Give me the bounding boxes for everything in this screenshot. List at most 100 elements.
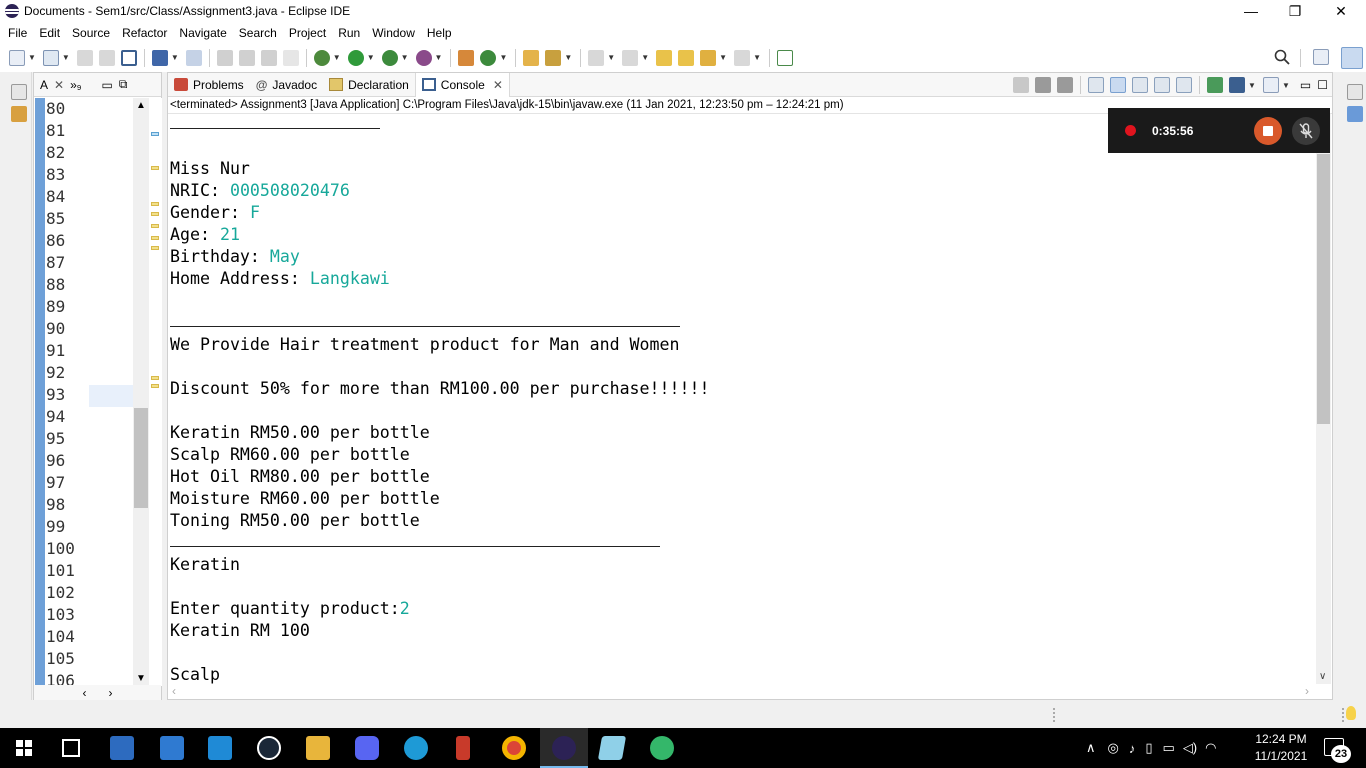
- media-player-icon[interactable]: [110, 736, 134, 760]
- chevron-down-icon[interactable]: ▼: [333, 53, 341, 62]
- menu-navigate[interactable]: Navigate: [173, 26, 232, 40]
- chevron-down-icon[interactable]: ▼: [607, 53, 615, 62]
- maximize-view-icon[interactable]: ☐: [1317, 78, 1328, 92]
- scroll-right-arrow-icon[interactable]: ›: [1305, 684, 1309, 698]
- chevron-down-icon[interactable]: ▼: [367, 53, 375, 62]
- restore-icon[interactable]: [11, 84, 27, 100]
- editor-tab[interactable]: A: [40, 78, 48, 92]
- close-icon[interactable]: ✕: [493, 78, 503, 92]
- menu-window[interactable]: Window: [366, 26, 421, 40]
- recorder-app-icon[interactable]: [650, 736, 674, 760]
- external-tools-icon[interactable]: [415, 49, 432, 66]
- pin-editor-icon[interactable]: [776, 49, 793, 66]
- annotation-icon[interactable]: [238, 49, 255, 66]
- system-clock[interactable]: 12:24 PM 11/1/2021: [1249, 731, 1313, 765]
- remove-all-terminated-icon[interactable]: [1057, 77, 1074, 93]
- occurrence-marker[interactable]: [151, 132, 159, 136]
- chevron-down-icon[interactable]: ▼: [641, 53, 649, 62]
- new-icon[interactable]: [9, 49, 25, 66]
- minimize-button[interactable]: —: [1228, 0, 1274, 22]
- menu-help[interactable]: Help: [421, 26, 458, 40]
- edge-icon[interactable]: [404, 736, 428, 760]
- warning-marker[interactable]: [151, 376, 159, 380]
- chevron-up-icon[interactable]: ∧: [1086, 740, 1096, 756]
- discord-icon[interactable]: [355, 736, 379, 760]
- new-window-icon[interactable]: [42, 49, 59, 66]
- chevron-down-icon[interactable]: ▼: [1282, 81, 1290, 90]
- forward-icon[interactable]: [734, 49, 751, 66]
- last-edit-icon[interactable]: [656, 49, 673, 66]
- java-perspective-icon[interactable]: [1341, 47, 1363, 69]
- menu-source[interactable]: Source: [66, 26, 116, 40]
- save-icon[interactable]: [76, 49, 93, 66]
- menu-project[interactable]: Project: [283, 26, 332, 40]
- pin-console-icon[interactable]: [1207, 77, 1224, 93]
- mic-muted-icon[interactable]: [1292, 117, 1320, 145]
- notepad-icon[interactable]: [597, 736, 627, 760]
- warning-marker[interactable]: [151, 236, 159, 240]
- warning-marker[interactable]: [151, 202, 159, 206]
- outline-view-icon[interactable]: [1347, 106, 1363, 122]
- volume-icon[interactable]: ◁): [1183, 740, 1197, 756]
- show-on-stderr-icon[interactable]: [1176, 77, 1193, 93]
- tab-javadoc[interactable]: @ Javadoc: [250, 73, 323, 97]
- next-annotation-icon[interactable]: [588, 49, 605, 66]
- battery-icon[interactable]: ▭: [1163, 740, 1175, 756]
- word-wrap-icon[interactable]: [1132, 77, 1149, 93]
- terminal-icon[interactable]: [120, 49, 137, 66]
- new-class-icon[interactable]: [480, 49, 497, 66]
- menu-run[interactable]: Run: [332, 26, 366, 40]
- open-perspective-icon[interactable]: [1313, 49, 1329, 65]
- pin-icon[interactable]: [216, 49, 233, 66]
- stop-recording-button[interactable]: [1254, 117, 1282, 145]
- close-icon[interactable]: ✕: [54, 78, 64, 92]
- chevron-down-icon[interactable]: ▼: [719, 53, 727, 62]
- scroll-lock-icon[interactable]: [1110, 77, 1127, 93]
- pencil-app-icon[interactable]: [456, 736, 470, 760]
- new-package-icon[interactable]: [458, 49, 475, 66]
- file-explorer-icon[interactable]: [306, 736, 330, 760]
- editor-vertical-scrollbar[interactable]: ▲ ▼: [133, 98, 149, 686]
- chevron-down-icon[interactable]: ▼: [1248, 81, 1256, 90]
- console-vertical-scrollbar[interactable]: ∨: [1316, 114, 1331, 684]
- scroll-down-arrow-icon[interactable]: ∨: [1319, 671, 1326, 682]
- microphone-icon[interactable]: ♪: [1129, 741, 1136, 756]
- show-on-stdout-icon[interactable]: [1154, 77, 1171, 93]
- outline-icon[interactable]: [151, 49, 168, 66]
- windows-start-icon[interactable]: [16, 740, 32, 759]
- steam-icon[interactable]: [257, 736, 281, 760]
- menu-edit[interactable]: Edit: [33, 26, 66, 40]
- chevron-down-icon[interactable]: ▼: [499, 53, 507, 62]
- task-view-icon[interactable]: [62, 739, 80, 757]
- maximize-button[interactable]: ❐: [1272, 0, 1318, 22]
- menu-file[interactable]: File: [2, 26, 33, 40]
- open-type-icon[interactable]: [523, 49, 540, 66]
- restore-icon[interactable]: [1347, 84, 1363, 100]
- tab-console[interactable]: Console ✕: [414, 72, 510, 97]
- chrome-icon[interactable]: [502, 736, 526, 760]
- search-tool-icon[interactable]: [545, 49, 562, 66]
- scroll-thumb[interactable]: [1317, 154, 1330, 424]
- open-console-icon[interactable]: [1262, 77, 1279, 93]
- lightbulb-icon[interactable]: [1346, 706, 1356, 720]
- chevron-down-icon[interactable]: ▼: [435, 53, 443, 62]
- more-tabs-icon[interactable]: »₉: [70, 78, 81, 92]
- tab-declaration[interactable]: Declaration: [323, 73, 415, 97]
- chevron-down-icon[interactable]: ▼: [28, 53, 36, 62]
- mail-icon[interactable]: [160, 736, 184, 760]
- clear-console-icon[interactable]: [1088, 77, 1105, 93]
- skip-breakpoints-icon[interactable]: [185, 49, 202, 66]
- store-icon[interactable]: [208, 736, 232, 760]
- menu-search[interactable]: Search: [233, 26, 283, 40]
- scroll-left-arrow-icon[interactable]: ‹: [83, 686, 87, 700]
- warning-marker[interactable]: [151, 246, 159, 250]
- terminate-icon[interactable]: [1013, 77, 1030, 93]
- debug-icon[interactable]: [313, 49, 330, 66]
- minimize-view-icon[interactable]: ▭: [1300, 78, 1311, 92]
- scroll-up-arrow-icon[interactable]: ▲: [136, 100, 146, 111]
- previous-annotation-icon[interactable]: [622, 49, 639, 66]
- usb-icon[interactable]: ▯: [1145, 740, 1152, 756]
- block-select-icon[interactable]: [260, 49, 277, 66]
- tab-problems[interactable]: Problems: [168, 73, 250, 97]
- menu-refactor[interactable]: Refactor: [116, 26, 173, 40]
